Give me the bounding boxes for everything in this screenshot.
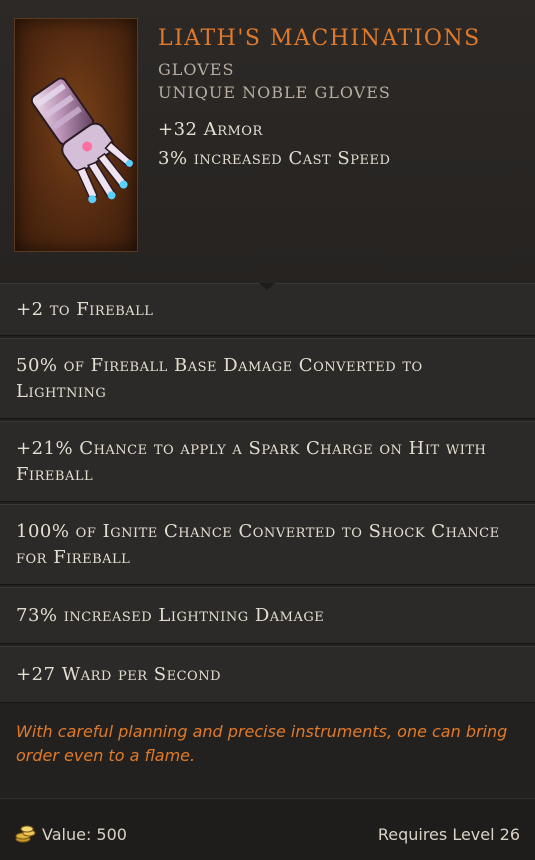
item-type: GLOVES bbox=[158, 60, 235, 79]
item-tooltip: LIATH'S MACHINATIONS GLOVES UNIQUE NOBLE… bbox=[0, 0, 535, 860]
item-subtype: UNIQUE NOBLE GLOVES bbox=[158, 83, 391, 102]
affix-text: +2 to Fireball bbox=[16, 298, 154, 320]
implicit-cast-speed: 3% increased Cast Speed bbox=[158, 148, 391, 169]
coin-stack-icon bbox=[15, 825, 36, 843]
affix-row: 100% of Ignite Chance Converted to Shock… bbox=[0, 504, 535, 585]
affix-text: +21% Chance to apply a Spark Charge on H… bbox=[16, 437, 487, 485]
affix-row: +27 Ward per Second bbox=[0, 646, 535, 703]
affix-row: 73% increased Lightning Damage bbox=[0, 587, 535, 644]
affix-row: 50% of Fireball Base Damage Converted to… bbox=[0, 338, 535, 419]
affix-row: +21% Chance to apply a Spark Charge on H… bbox=[0, 421, 535, 502]
item-name: LIATH'S MACHINATIONS bbox=[158, 26, 481, 51]
item-value: Value: 500 bbox=[42, 825, 127, 844]
divider-notch bbox=[259, 283, 275, 290]
affix-text: 50% of Fireball Base Damage Converted to… bbox=[16, 354, 423, 402]
item-image-frame bbox=[14, 18, 138, 252]
affix-text: 100% of Ignite Chance Converted to Shock… bbox=[16, 520, 500, 568]
gloves-icon bbox=[30, 77, 133, 204]
affix-row: +2 to Fireball bbox=[0, 283, 535, 336]
implicit-armor: +32 Armor bbox=[158, 119, 263, 140]
level-requirement: Requires Level 26 bbox=[377, 825, 520, 844]
lore-text: With careful planning and precise instru… bbox=[16, 722, 508, 765]
affix-text: +27 Ward per Second bbox=[16, 663, 221, 685]
tooltip-header: LIATH'S MACHINATIONS GLOVES UNIQUE NOBLE… bbox=[0, 0, 535, 283]
affix-text: 73% increased Lightning Damage bbox=[16, 604, 325, 626]
